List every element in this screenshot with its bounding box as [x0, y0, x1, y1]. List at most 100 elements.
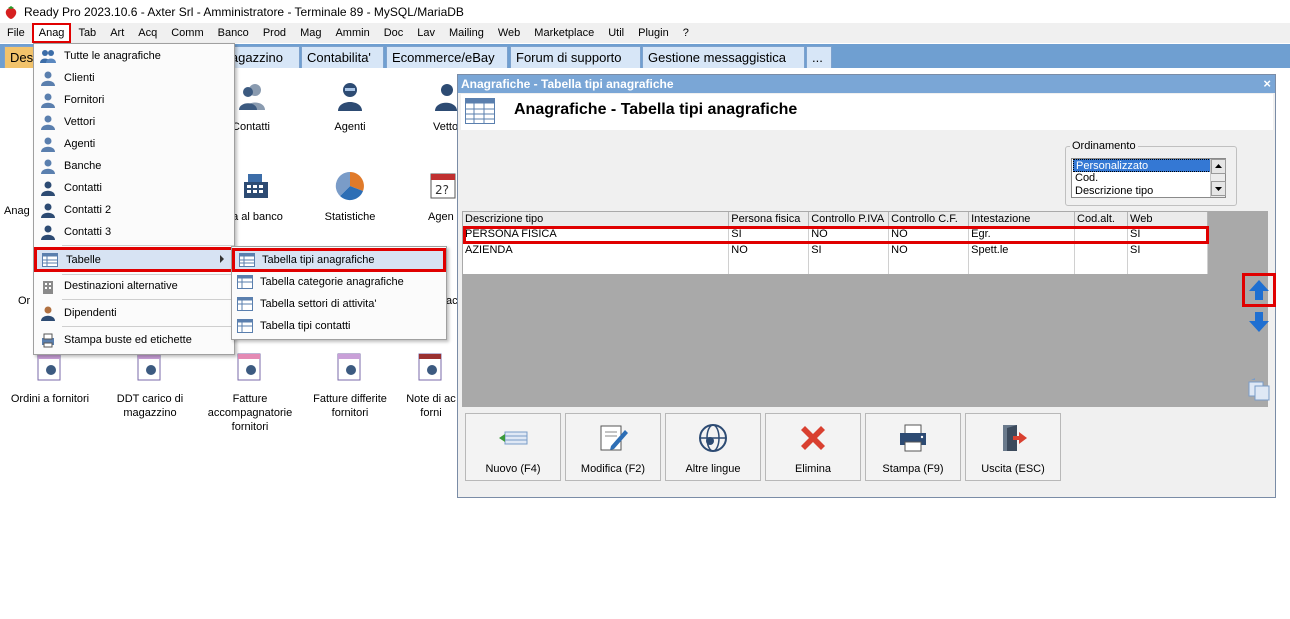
table-icon	[237, 275, 253, 289]
cell[interactable]: SI	[808, 242, 890, 258]
cell[interactable]	[1074, 226, 1129, 242]
tile-note-accredito[interactable]: Note di ac forni	[404, 352, 458, 420]
menu-art[interactable]: Art	[103, 23, 131, 43]
cell[interactable]: SI	[1127, 226, 1208, 242]
tab-contabilita[interactable]: Contabilita'	[301, 46, 384, 68]
ordering-scrollbar[interactable]	[1210, 159, 1226, 197]
cell[interactable]: Spett.le	[968, 242, 1076, 258]
ordering-option-personalizzato[interactable]: Personalizzato	[1073, 159, 1211, 172]
refresh-order-button[interactable]	[1244, 375, 1274, 405]
tile-fatture-differite[interactable]: Fatture differite fornitori	[306, 352, 394, 420]
submenu-item-tabella-tipi-anagrafiche[interactable]: Tabella tipi anagrafiche	[232, 248, 446, 272]
menu-util[interactable]: Util	[601, 23, 631, 43]
move-up-button[interactable]	[1242, 273, 1276, 307]
menu-item-vettori[interactable]: Vettori	[35, 111, 234, 133]
tile-agenda[interactable]: 2? Agen	[428, 170, 458, 224]
submenu-item-tabella-tipi-contatti[interactable]: Tabella tipi contatti	[233, 315, 446, 337]
col-intestazione[interactable]: Intestazione	[968, 212, 1076, 227]
scroll-up-button[interactable]	[1211, 159, 1226, 174]
tile-anag-partial[interactable]: Anag	[4, 204, 34, 218]
menu-ammin[interactable]: Ammin	[328, 23, 376, 43]
menu-item-fornitori[interactable]: Fornitori	[35, 89, 234, 111]
menu-web[interactable]: Web	[491, 23, 527, 43]
menu-plugin[interactable]: Plugin	[631, 23, 676, 43]
submenu-item-tabella-settori[interactable]: Tabella settori di attivita'	[233, 293, 446, 315]
tile-label: DDT carico di magazzino	[116, 393, 184, 419]
cell[interactable]: NO	[808, 226, 890, 242]
users-icon	[40, 50, 56, 63]
menu-acq[interactable]: Acq	[131, 23, 164, 43]
altre-lingue-button[interactable]: Altre lingue	[665, 413, 761, 481]
tipi-table: Descrizione tipo Persona fisica Controll…	[463, 212, 1208, 274]
menu-item-clienti[interactable]: Clienti	[35, 67, 234, 89]
cell[interactable]: NO	[888, 242, 970, 258]
menu-item-contatti-2[interactable]: Contatti 2	[35, 199, 234, 221]
scroll-down-button[interactable]	[1211, 181, 1226, 196]
menu-item-tutte-anagrafiche[interactable]: Tutte le anagrafiche	[35, 45, 234, 67]
menu-tab[interactable]: Tab	[71, 23, 103, 43]
menu-item-banche[interactable]: Banche	[35, 155, 234, 177]
close-icon[interactable]: ×	[1263, 75, 1271, 93]
menu-comm[interactable]: Comm	[164, 23, 210, 43]
menu-marketplace[interactable]: Marketplace	[527, 23, 601, 43]
menu-item-contatti[interactable]: Contatti	[35, 177, 234, 199]
menu-prod[interactable]: Prod	[256, 23, 293, 43]
uscita-button[interactable]: Uscita (ESC)	[965, 413, 1061, 481]
tab-desktop[interactable]: Des	[4, 46, 34, 68]
tab-messaggistica[interactable]: Gestione messaggistica	[642, 46, 805, 68]
tile-label: Note di ac forni	[406, 393, 456, 419]
tile-label: Agen	[428, 211, 454, 223]
menu-help[interactable]: ?	[676, 23, 696, 43]
menu-anag[interactable]: Anag	[31, 23, 72, 43]
tab-more[interactable]: ...	[806, 46, 832, 68]
new-record-icon	[499, 431, 528, 445]
table-icon	[237, 297, 253, 311]
col-descrizione-tipo[interactable]: Descrizione tipo	[463, 212, 730, 227]
ordering-listbox[interactable]: Personalizzato Cod. Descrizione tipo	[1071, 158, 1226, 198]
menu-item-tabelle[interactable]: Tabelle	[34, 247, 235, 272]
tile-ddt-carico[interactable]: DDT carico di magazzino	[110, 352, 190, 420]
menu-item-contatti-3[interactable]: Contatti 3	[35, 221, 234, 243]
modifica-button[interactable]: Modifica (F2)	[565, 413, 661, 481]
tile-fatture-accompagnatorie[interactable]: Fatture accompagnatorie fornitori	[204, 352, 296, 434]
cell[interactable]: Egr.	[968, 226, 1076, 242]
elimina-button[interactable]: Elimina	[765, 413, 861, 481]
cell[interactable]: NO	[728, 242, 810, 258]
cell[interactable]: PERSONA FISICA	[463, 226, 730, 242]
cell[interactable]: SI	[1127, 242, 1208, 258]
table-row[interactable]: AZIENDA NO SI NO Spett.le SI	[463, 242, 1208, 258]
contact-icon	[41, 203, 55, 218]
col-controllo-piva[interactable]: Controllo P.IVA	[808, 212, 890, 227]
tab-ecommerce[interactable]: Ecommerce/eBay	[386, 46, 508, 68]
col-persona-fisica[interactable]: Persona fisica	[728, 212, 810, 227]
menu-mailing[interactable]: Mailing	[442, 23, 491, 43]
move-down-button[interactable]	[1244, 307, 1274, 337]
tile-ordini-fornitori[interactable]: Ordini a fornitori	[6, 352, 94, 406]
col-cod-alt[interactable]: Cod.alt.	[1074, 212, 1129, 227]
menu-file[interactable]: File	[0, 23, 32, 43]
menu-item-dipendenti[interactable]: Dipendenti	[35, 302, 234, 324]
cell[interactable]: AZIENDA	[463, 242, 730, 258]
menu-banco[interactable]: Banco	[211, 23, 256, 43]
cell[interactable]: NO	[888, 226, 970, 242]
tile-statistiche[interactable]: Statistiche	[316, 170, 384, 224]
menu-lav[interactable]: Lav	[410, 23, 442, 43]
cell[interactable]	[1074, 242, 1129, 258]
menu-item-stampa-buste[interactable]: Stampa buste ed etichette	[35, 329, 234, 351]
col-controllo-cf[interactable]: Controllo C.F.	[888, 212, 970, 227]
tile-vettori[interactable]: Vetto	[425, 80, 457, 134]
menu-mag[interactable]: Mag	[293, 23, 328, 43]
menu-item-destinazioni-alternative[interactable]: Destinazioni alternative	[35, 275, 234, 297]
menu-doc[interactable]: Doc	[377, 23, 411, 43]
tab-forum[interactable]: Forum di supporto	[510, 46, 641, 68]
ordering-option-cod[interactable]: Cod.	[1073, 172, 1225, 185]
table-row[interactable]: PERSONA FISICA SI NO NO Egr. SI	[463, 226, 1208, 242]
menu-item-agenti[interactable]: Agenti	[35, 133, 234, 155]
stampa-button[interactable]: Stampa (F9)	[865, 413, 961, 481]
cell[interactable]: SI	[728, 226, 810, 242]
col-web[interactable]: Web	[1127, 212, 1208, 227]
nuovo-button[interactable]: Nuovo (F4)	[465, 413, 561, 481]
tile-agenti[interactable]: Agenti	[323, 80, 377, 134]
ordering-option-descrizione[interactable]: Descrizione tipo	[1073, 185, 1225, 198]
submenu-item-tabella-categorie[interactable]: Tabella categorie anagrafiche	[233, 271, 446, 293]
